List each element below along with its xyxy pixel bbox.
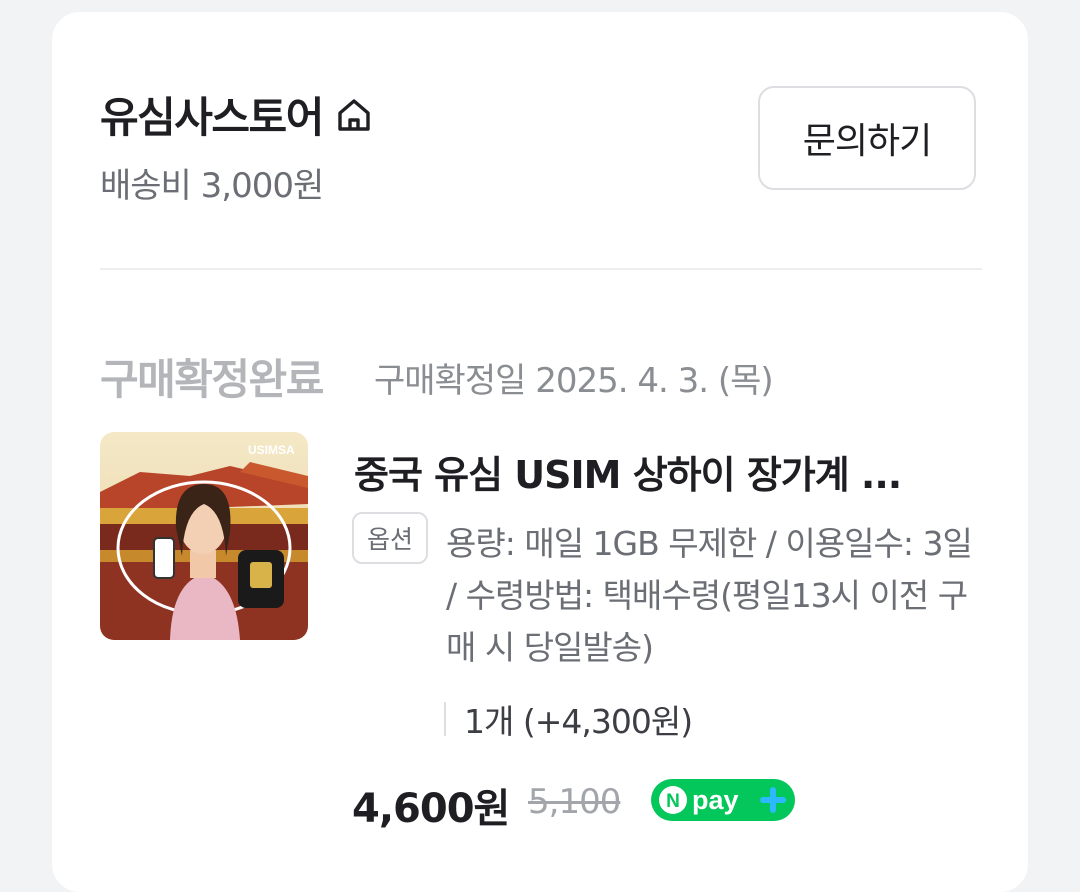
shipping-fee: 배송비 3,000원 [100, 166, 324, 206]
product-thumbnail[interactable]: USIMSA [100, 432, 308, 640]
home-icon [338, 98, 370, 131]
product-title[interactable]: 중국 유심 USIM 상하이 장가계 ... [354, 444, 974, 499]
inquiry-button-label: 문의하기 [802, 121, 932, 162]
option-badge-label: 옵션 [366, 525, 413, 554]
option-detail: 용량: 매일 1GB 무제한 / 이용일수: 3일 / 수령방법: 택배수령(평… [446, 524, 973, 667]
npay-plus-badge: N pay [651, 779, 795, 821]
thumbnail-brand: USIMSA [248, 443, 295, 457]
store-order-card: 유심사스토어 배송비 3,000원 문의하기 구매확정완료 구매확정일 2025… [52, 12, 1028, 892]
confirmed-date: 구매확정일 2025. 4. 3. (목) [374, 361, 774, 401]
npay-n-icon: N [666, 791, 680, 812]
quantity-divider [444, 702, 446, 736]
quantity-price: 1개 (+4,300원) [464, 702, 693, 741]
divider [100, 268, 982, 270]
order-status: 구매확정완료 [100, 355, 324, 404]
npay-label: pay [692, 785, 739, 815]
store-name-link[interactable]: 유심사스토어 [100, 84, 375, 145]
option-badge: 옵션 [352, 512, 428, 564]
original-price: 5,100 [528, 782, 621, 822]
store-name: 유심사스토어 [100, 93, 324, 142]
product-image: USIMSA [100, 432, 308, 640]
sale-price: 4,600원 [352, 786, 510, 832]
inquiry-button[interactable]: 문의하기 [758, 86, 976, 190]
